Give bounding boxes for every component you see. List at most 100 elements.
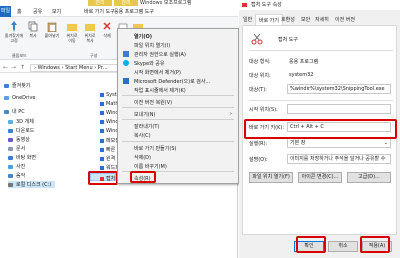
tab-view[interactable]: 보기 [52,8,61,15]
menu-item-send-to[interactable]: 보내기(N) [134,111,155,118]
pin-label: 즐겨찾기에 고정 [4,33,24,43]
tab-share[interactable]: 공유 [33,8,42,15]
copy-to-button[interactable]: 위치로 복사 [82,21,98,43]
target-type-value: 응용 프로그램 [289,59,319,65]
target-field[interactable]: %windir%\system32\SnippingTool.exe [287,84,391,94]
menu-item-open-file-location[interactable]: 파일 위치 열기(I) [134,42,170,49]
target-location-value: system32 [289,72,314,78]
delete-label: 삭제 [103,33,111,38]
tab-app-tools[interactable]: 응용 프로그램 도구 [114,8,154,15]
tab-previous-versions[interactable]: 이전 버전 [335,16,355,23]
highlight-snipping-tool-file [88,171,118,185]
target-type-label: 대상 형식: [249,59,271,65]
menu-item-create-shortcut[interactable]: 바로 가기 만들기(S) [134,145,176,152]
paste-icon [47,22,57,33]
paste-button[interactable]: 붙여넣기 [42,21,62,39]
menu-item-copy[interactable]: 복사(C) [134,132,151,139]
app-icon [100,165,104,170]
tab-details[interactable]: 자세히 [315,16,329,23]
picture-icon [8,164,13,169]
highlight-shortcut-key [244,119,397,139]
menu-item-defender-scan[interactable]: Microsoft Defender(으)로 검사... [134,78,210,85]
tab-shortcut-tools[interactable]: 바로 가기 도구 [84,8,115,15]
folder-move-icon [67,24,77,31]
address-bar[interactable]: › Windows › Start Menu › Pr… [30,64,130,72]
menu-item-restore-versions[interactable]: 이전 버전 복원(V) [134,99,172,106]
app-icon [100,93,104,97]
menu-item-unpin-taskbar[interactable]: 작업 표시줄에서 제거(K) [134,87,186,94]
nav-item-downloads[interactable]: 다운로드 [8,127,34,134]
app-icon [100,102,104,106]
highlight-ok-button [296,236,326,253]
shield-icon [123,51,129,57]
comment-field[interactable]: 이미지를 저장하거나 주석을 달거나 공유할 수 [287,154,391,164]
menu-divider [122,107,234,108]
nav-label: 다운로드 [16,128,35,134]
highlight-apply-button [360,236,390,253]
pin-icon [11,21,17,32]
target-label: 대상(T): [249,87,267,93]
copy-button[interactable]: 복사 [26,21,40,39]
open-file-location-button[interactable]: 파일 위치 열기(F) [249,172,293,183]
tab-general[interactable]: 일반 [243,16,252,23]
app-icon [100,111,104,115]
move-to-button[interactable]: 위치로 이동 [64,21,80,43]
app-icon [100,147,104,152]
change-icon-button[interactable]: 아이콘 변경(C)... [298,172,342,183]
menu-item-open[interactable]: 열기(O) [134,33,152,40]
menu-item-rename[interactable]: 이름 바꾸기(M) [134,163,167,170]
run-label: 실행(R): [249,141,268,147]
scissors-icon [242,3,247,7]
nav-item-3d-objects[interactable]: 3D 개체 [8,118,34,125]
nav-label: 문서 [16,146,26,152]
tab-security[interactable]: 보안 [301,16,310,23]
delete-button[interactable]: 삭제 [100,21,114,39]
tab-compatibility[interactable]: 호환성 [281,16,295,23]
menu-item-cut[interactable]: 잘라내기(T) [134,123,159,130]
menu-item-delete[interactable]: 삭제(D) [134,154,151,161]
nav-item-pictures[interactable]: 사진 [8,163,25,170]
nav-item-music[interactable]: 음악 [8,172,25,179]
nav-item-onedrive[interactable]: OneDrive [4,95,36,101]
app-icon [100,156,104,161]
organize-group-label: 구성 [90,53,98,58]
paste-label: 붙여넣기 [44,33,60,38]
nav-label: 로컬 디스크 (C:) [16,182,52,188]
cancel-button[interactable]: 취소 [328,241,358,252]
start-in-field[interactable] [287,104,391,114]
nav-item-desktop[interactable]: 바탕 화면 [8,154,36,161]
tab-home[interactable]: 홈 [17,8,22,15]
menu-divider [122,119,234,120]
tab-file[interactable]: 파일 [0,6,11,17]
context-menu: 열기(O) 파일 위치 열기(I) 관리자 권한으로 실행(A) Skype와 … [117,28,239,184]
shortcut-name: 캡처 도구 [278,37,298,43]
nav-item-quick-access[interactable]: 즐겨찾기 [4,82,30,89]
dialog-title: 캡처 도구 속성 [251,2,282,8]
advanced-button[interactable]: 고급(D)... [347,172,391,183]
move-to-label: 위치로 이동 [66,33,78,43]
nav-item-videos[interactable]: 동영상 [8,136,30,143]
nav-label: 사진 [16,164,26,170]
drive-icon [8,182,13,187]
menu-item-share-skype[interactable]: Skype와 공유 [134,60,165,67]
nav-item-documents[interactable]: 문서 [8,145,25,152]
nav-label: 바탕 화면 [16,155,36,161]
pin-quick-access-button[interactable]: 즐겨찾기에 고정 [3,21,25,43]
comment-label: 설명(O): [249,157,268,163]
chevron-right-icon: › [230,111,232,117]
target-location-label: 대상 위치: [249,73,271,79]
divider [249,50,393,51]
back-arrow-icon[interactable]: ← [3,64,8,71]
ribbon-tab-row: 파일 홈 공유 보기 바로 가기 도구 응용 프로그램 도구 [0,6,238,17]
cloud-icon [4,96,9,100]
desktop-icon [8,155,13,160]
nav-item-local-disk[interactable]: 로컬 디스크 (C:) [8,181,56,188]
menu-item-unpin-start[interactable]: 시작 화면에서 제거(P) [134,69,181,76]
chevron-down-icon: ⌄ [383,140,388,146]
forward-arrow-icon[interactable]: → [11,64,16,71]
app-icon [100,138,104,143]
run-select[interactable]: 기본 창 ⌄ [287,138,391,148]
nav-item-this-pc[interactable]: 내 PC [4,108,25,115]
up-arrow-icon[interactable]: ↑ [20,64,25,71]
menu-item-run-as-admin[interactable]: 관리자 권한으로 실행(A) [134,51,186,58]
